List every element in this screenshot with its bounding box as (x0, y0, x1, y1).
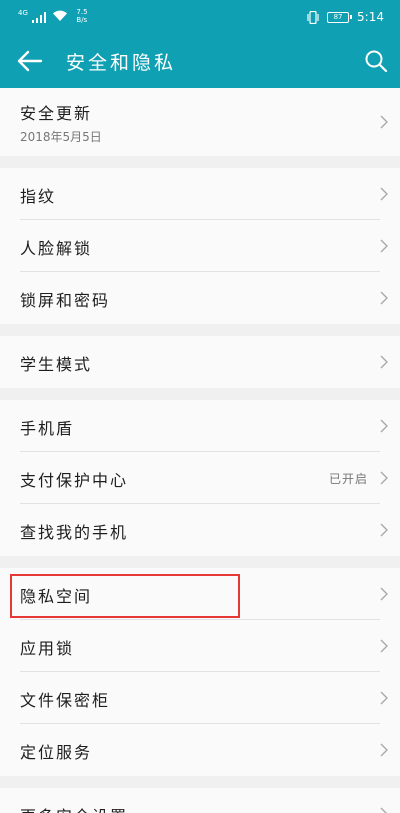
group-unlock: 指纹 人脸解锁 锁屏和密码 (0, 168, 400, 324)
settings-list: 安全更新 2018年5月5日 指纹 人脸解锁 锁屏和密码 学生模式 手机盾 支付… (0, 88, 400, 813)
chevron-right-icon (380, 239, 388, 253)
section-gap (0, 388, 400, 400)
speed-unit: B/s (76, 16, 88, 24)
network-type: 4G (18, 9, 28, 17)
network-speed: 7.5 B/s (76, 8, 87, 24)
security-update-item[interactable]: 安全更新 2018年5月5日 (0, 88, 400, 156)
item-label: 应用锁 (20, 639, 75, 658)
item-label: 人脸解锁 (20, 239, 93, 258)
app-bar: 安全和隐私 (0, 34, 400, 88)
section-gap (0, 556, 400, 568)
item-label: 锁屏和密码 (20, 291, 111, 310)
chevron-right-icon (380, 471, 388, 485)
back-arrow-icon[interactable] (16, 48, 44, 74)
status-right: 87 5:14 (307, 10, 384, 24)
item-label: 定位服务 (20, 743, 93, 762)
chevron-right-icon (380, 691, 388, 705)
face-unlock-item[interactable]: 人脸解锁 (0, 220, 400, 272)
chevron-right-icon (380, 807, 387, 813)
student-mode-item[interactable]: 学生模式 (0, 336, 400, 388)
group-protection: 手机盾 支付保护中心 已开启 查找我的手机 (0, 400, 400, 556)
app-lock-item[interactable]: 应用锁 (0, 620, 400, 672)
chevron-right-icon (380, 115, 388, 129)
payment-protection-item[interactable]: 支付保护中心 已开启 (0, 452, 400, 504)
signal-icon (31, 11, 47, 23)
section-gap (0, 324, 400, 336)
page-title: 安全和隐私 (66, 52, 177, 74)
status-left: 4G 7.5 B/s (18, 8, 88, 26)
section-gap (0, 776, 400, 788)
item-subtitle: 2018年5月5日 (20, 130, 102, 144)
item-label: 更多安全设置 (20, 803, 128, 813)
battery-icon: 87 (327, 11, 353, 23)
lock-screen-password-item[interactable]: 锁屏和密码 (0, 272, 400, 324)
chevron-right-icon (380, 587, 388, 601)
phone-shield-item[interactable]: 手机盾 (0, 400, 400, 452)
chevron-right-icon (380, 291, 388, 305)
chevron-right-icon (380, 419, 388, 433)
find-my-phone-item[interactable]: 查找我的手机 (0, 504, 400, 556)
item-label: 文件保密柜 (20, 691, 111, 710)
location-services-item[interactable]: 定位服务 (0, 724, 400, 776)
status-bar: 4G 7.5 B/s 87 5:14 (0, 0, 400, 34)
speed-value: 7.5 (76, 8, 88, 16)
item-status: 已开启 (328, 472, 368, 486)
chevron-right-icon (380, 187, 388, 201)
highlight-box (10, 574, 240, 618)
file-safe-item[interactable]: 文件保密柜 (0, 672, 400, 724)
item-label: 手机盾 (20, 419, 75, 438)
section-gap (0, 156, 400, 168)
fingerprint-item[interactable]: 指纹 (0, 168, 400, 220)
chevron-right-icon (380, 523, 388, 537)
item-label: 安全更新 (20, 104, 93, 123)
item-label: 支付保护中心 (20, 471, 129, 490)
chevron-right-icon (380, 355, 388, 369)
clock: 5:14 (357, 10, 384, 24)
item-label: 学生模式 (20, 355, 93, 374)
chevron-right-icon (380, 639, 388, 653)
search-icon[interactable] (364, 49, 388, 73)
item-label: 查找我的手机 (20, 523, 129, 542)
vibrate-icon (307, 10, 319, 24)
group-updates: 安全更新 2018年5月5日 (0, 88, 400, 156)
wifi-icon (53, 10, 68, 21)
more-security-settings-item[interactable]: 更多安全设置 (0, 788, 400, 813)
group-more: 更多安全设置 (0, 788, 400, 813)
group-student: 学生模式 (0, 336, 400, 388)
chevron-right-icon (380, 743, 388, 757)
item-label: 指纹 (20, 187, 57, 206)
